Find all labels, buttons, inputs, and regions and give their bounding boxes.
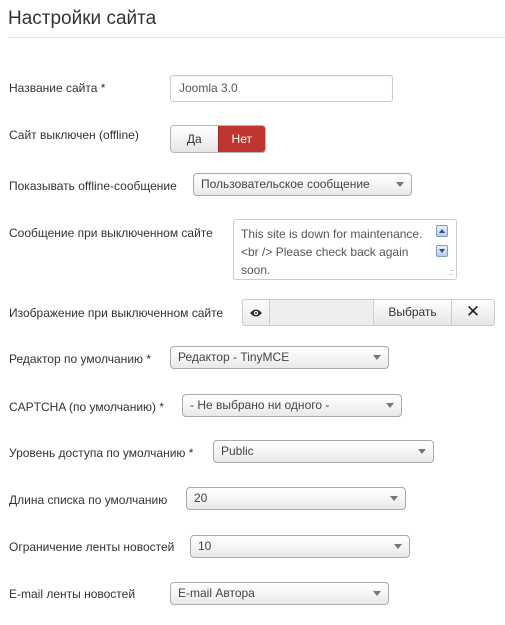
offline-image-field: Выбрать ✕ (242, 299, 495, 326)
sitename-label: Название сайта * (9, 81, 106, 95)
select-image-button[interactable]: Выбрать (374, 299, 452, 326)
offline-message-type-value: Пользовательское сообщение (201, 177, 370, 191)
list-limit-select[interactable]: 20 (186, 487, 406, 510)
sitename-input[interactable]: Joomla 3.0 (170, 75, 393, 102)
chevron-down-icon (373, 355, 381, 360)
offline-message-type-label: Показывать offline-сообщение (9, 179, 177, 193)
access-value: Public (221, 444, 254, 458)
editor-label: Редактор по умолчанию * (9, 352, 152, 366)
feed-email-value: E-mail Автора (178, 586, 255, 600)
image-path-input[interactable] (270, 299, 374, 326)
offline-message-type-select[interactable]: Пользовательское сообщение (193, 173, 412, 196)
list-limit-label: Длина списка по умолчанию (9, 493, 168, 507)
scroll-down-icon[interactable] (436, 245, 448, 257)
chevron-down-icon (418, 449, 426, 454)
feed-email-select[interactable]: E-mail Автора (170, 582, 389, 605)
feed-limit-value: 10 (198, 539, 212, 553)
clear-image-button[interactable]: ✕ (452, 299, 495, 326)
chevron-down-icon (386, 403, 394, 408)
offline-toggle[interactable]: Да Нет (170, 125, 266, 153)
access-select[interactable]: Public (213, 440, 434, 463)
offline-message-label: Сообщение при выключенном сайте (9, 226, 213, 240)
offline-no-option[interactable]: Нет (217, 126, 265, 152)
chevron-down-icon (396, 182, 404, 187)
editor-value: Редактор - TinyMCE (178, 350, 290, 364)
offline-message-text: This site is down for maintenance.<br />… (241, 227, 423, 277)
captcha-label: CAPTCHA (по умолчанию) * (9, 400, 165, 414)
chevron-down-icon (394, 544, 402, 549)
close-icon: ✕ (465, 302, 481, 321)
scroll-up-icon[interactable] (436, 225, 448, 237)
title-divider (8, 37, 505, 38)
resize-grip-icon[interactable]: .:: (448, 268, 453, 277)
chevron-down-icon (373, 591, 381, 596)
offline-message-textarea[interactable]: This site is down for maintenance.<br />… (233, 219, 457, 280)
offline-label: Сайт выключен (offline) (9, 128, 139, 142)
captcha-select[interactable]: - Не выбрано ни одного - (182, 394, 402, 417)
access-label: Уровень доступа по умолчанию * (9, 446, 194, 460)
eye-icon (250, 309, 262, 317)
offline-yes-option[interactable]: Да (171, 126, 218, 152)
preview-button[interactable] (242, 299, 270, 326)
editor-select[interactable]: Редактор - TinyMCE (170, 346, 389, 369)
chevron-down-icon (390, 496, 398, 501)
feed-limit-select[interactable]: 10 (190, 535, 410, 558)
offline-image-label: Изображение при выключенном сайте (9, 306, 224, 320)
feed-limit-label: Ограничение ленты новостей (9, 540, 175, 554)
page-title: Настройки сайта (8, 8, 157, 29)
feed-email-label: E-mail ленты новостей (9, 587, 136, 601)
list-limit-value: 20 (194, 491, 208, 505)
captcha-value: - Не выбрано ни одного - (190, 398, 330, 412)
